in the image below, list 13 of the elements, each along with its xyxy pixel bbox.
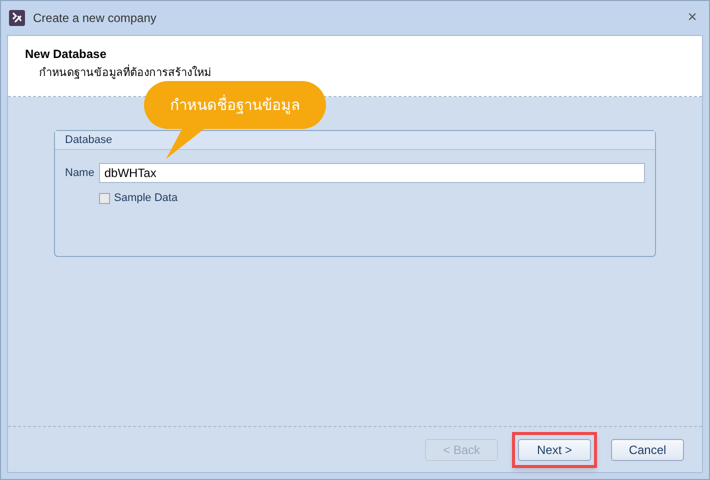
header-subtitle: กำหนดฐานข้อมูลที่ต้องการสร้างใหม่ xyxy=(39,65,212,81)
group-title: Database xyxy=(65,132,112,148)
callout-text: กำหนดชื่อฐานข้อมูล xyxy=(170,94,300,116)
close-button[interactable]: × xyxy=(688,10,697,26)
sample-data-checkbox[interactable] xyxy=(99,192,110,204)
wizard-button[interactable]: Cancel xyxy=(611,438,684,460)
window-title: Create a new company xyxy=(33,10,156,27)
wizard-button[interactable]: Next > xyxy=(518,438,591,460)
app-icon xyxy=(9,10,25,26)
name-field[interactable]: dbWHTax xyxy=(99,163,645,183)
sample-data-label: Sample Data xyxy=(114,191,178,206)
header-title: New Database xyxy=(25,46,108,63)
name-label: Name xyxy=(65,166,94,181)
